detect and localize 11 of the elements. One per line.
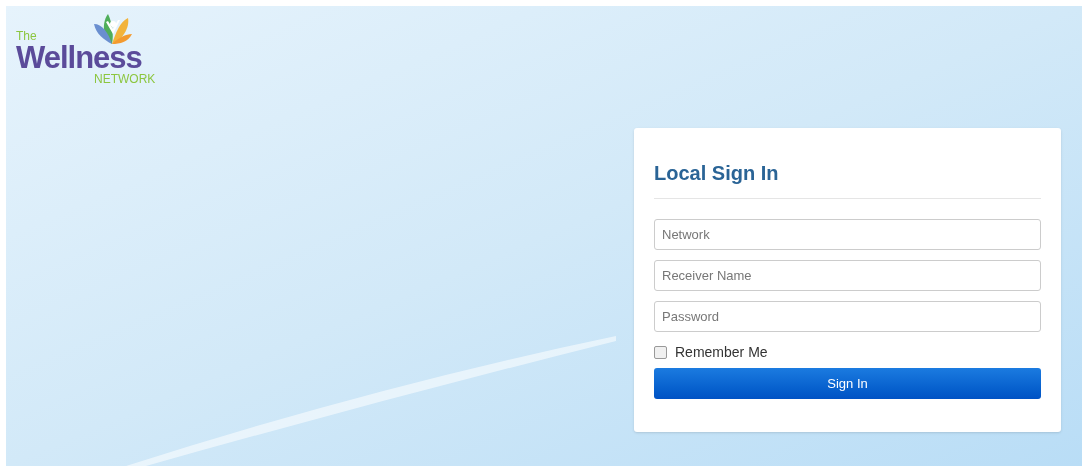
logo-small-text: The [16,30,38,42]
sign-in-button[interactable]: Sign In [654,368,1041,399]
logo-subtitle: NETWORK [94,73,157,85]
remember-label: Remember Me [675,343,768,362]
sign-in-title: Local Sign In [654,161,780,186]
remember-checkbox[interactable] [654,346,667,359]
input-field[interactable]: Receiver Name [654,260,1041,291]
input-field[interactable]: Password [654,301,1041,332]
logo-title: Wellness [16,42,142,73]
input-field[interactable]: Network [654,219,1041,250]
lotus-figure-icon [92,12,132,46]
